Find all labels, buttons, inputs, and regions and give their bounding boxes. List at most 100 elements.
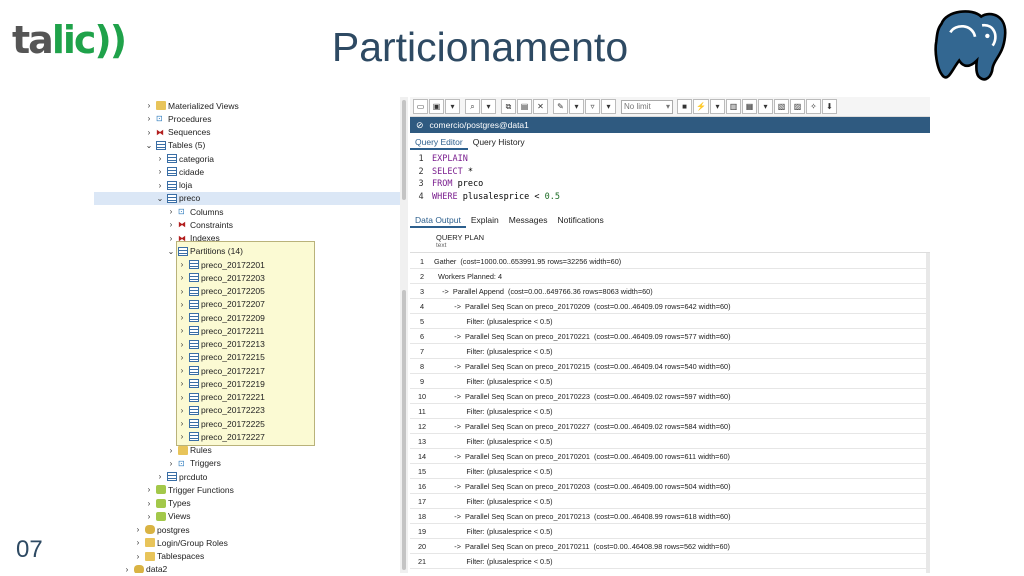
chevron-right-icon[interactable]: › (178, 313, 186, 322)
tree-item[interactable]: › Trigger Functions (145, 483, 234, 496)
chevron-right-icon[interactable]: › (134, 552, 142, 561)
connection-bar[interactable]: ⊘ comercio/postgres@data1 (410, 117, 930, 133)
chevron-right-icon[interactable]: › (178, 300, 186, 309)
chevron-right-icon[interactable]: › (178, 326, 186, 335)
save-dropdown-icon[interactable]: ▾ (445, 99, 460, 114)
table-row[interactable]: 18 -> Parallel Seq Scan on preco_2017021… (410, 509, 926, 524)
results-column-header[interactable]: QUERY PLAN text (410, 231, 930, 253)
explain-icon[interactable]: ▥ (725, 99, 741, 114)
tab-messages[interactable]: Messages (504, 213, 553, 228)
tree-item[interactable]: › cidade (156, 165, 204, 178)
table-row[interactable]: 19 Filter: (plusalesprice < 0.5) (410, 524, 926, 539)
tree-item[interactable]: › Types (145, 497, 191, 510)
open-file-icon[interactable]: ▭ (413, 99, 428, 114)
chevron-right-icon[interactable]: › (134, 538, 142, 547)
chevron-right-icon[interactable]: › (178, 340, 186, 349)
tree-scrollbar-thumb-lower[interactable] (402, 290, 406, 570)
table-row[interactable]: 17 Filter: (plusalesprice < 0.5) (410, 494, 926, 509)
table-row[interactable]: 11 Filter: (plusalesprice < 0.5) (410, 404, 926, 419)
chevron-right-icon[interactable]: › (167, 446, 175, 455)
query-plan-cell[interactable]: -> Parallel Seq Scan on preco_20170213 (… (434, 512, 730, 521)
table-row[interactable]: 1 Gather (cost=1000.00..653991.95 rows=32… (410, 254, 926, 269)
execute-dropdown-icon[interactable]: ▾ (709, 99, 725, 114)
chevron-right-icon[interactable]: › (145, 485, 153, 494)
query-plan-cell[interactable]: -> Parallel Seq Scan on preco_20170227 (… (434, 422, 730, 431)
query-plan-cell[interactable]: -> Parallel Seq Scan on preco_20170203 (… (434, 482, 730, 491)
query-plan-cell[interactable]: Filter: (plusalesprice < 0.5) (434, 467, 552, 476)
query-plan-cell[interactable]: -> Parallel Seq Scan on preco_20170211 (… (434, 542, 730, 551)
query-plan-cell[interactable]: -> Parallel Append (cost=0.00..649766.36… (434, 287, 653, 296)
table-row[interactable]: 4 -> Parallel Seq Scan on preco_20170209… (410, 299, 926, 314)
query-plan-cell[interactable]: Gather (cost=1000.00..653991.95 rows=322… (434, 257, 621, 266)
rollback-icon[interactable]: ▨ (789, 99, 805, 114)
tree-item[interactable]: › ⧓ Constraints (167, 218, 233, 231)
tree-item[interactable]: › preco_20172203 (178, 271, 265, 284)
chevron-right-icon[interactable]: › (156, 181, 164, 190)
chevron-right-icon[interactable]: › (167, 234, 175, 243)
tree-item[interactable]: › preco_20172223 (178, 404, 265, 417)
table-row[interactable]: 14 -> Parallel Seq Scan on preco_2017020… (410, 449, 926, 464)
table-row[interactable]: 3 -> Parallel Append (cost=0.00..649766.… (410, 284, 926, 299)
sql-editor[interactable]: 1 EXPLAIN 2 SELECT * 3 FROM preco 4 WHERE plusa… (410, 153, 930, 207)
query-plan-cell[interactable]: Filter: (plusalesprice < 0.5) (434, 347, 552, 356)
query-plan-cell[interactable]: -> Parallel Seq Scan on preco_20170221 (… (434, 332, 730, 341)
table-row[interactable]: 8 -> Parallel Seq Scan on preco_20170215… (410, 359, 926, 374)
edit-icon[interactable]: ✎ (553, 99, 568, 114)
table-row[interactable]: 21 Filter: (plusalesprice < 0.5) (410, 554, 926, 569)
tree-item[interactable]: › preco_20172205 (178, 285, 265, 298)
table-row[interactable]: 5 Filter: (plusalesprice < 0.5) (410, 314, 926, 329)
chevron-right-icon[interactable]: › (167, 459, 175, 468)
chevron-right-icon[interactable]: › (145, 114, 153, 123)
tree-item[interactable]: › preco_20172207 (178, 298, 265, 311)
chevron-right-icon[interactable]: › (178, 353, 186, 362)
execute-icon[interactable]: ⚡ (693, 99, 709, 114)
tree-item[interactable]: › preco_20172225 (178, 417, 265, 430)
chevron-right-icon[interactable]: › (156, 167, 164, 176)
table-row[interactable]: 2 Workers Planned: 4 (410, 269, 926, 284)
chevron-right-icon[interactable]: › (178, 366, 186, 375)
edit-dropdown-icon[interactable]: ▾ (569, 99, 584, 114)
chevron-right-icon[interactable]: › (178, 406, 186, 415)
tree-item[interactable]: › preco_20172211 (178, 324, 265, 337)
tab-explain[interactable]: Explain (466, 213, 504, 228)
tree-item[interactable]: › loja (156, 179, 193, 192)
tree-item[interactable]: › Materialized Views (145, 99, 239, 112)
chevron-right-icon[interactable]: › (145, 499, 153, 508)
table-row[interactable]: 20 -> Parallel Seq Scan on preco_2017021… (410, 539, 926, 554)
chevron-right-icon[interactable]: › (178, 432, 186, 441)
tree-item[interactable]: › ⧓ Sequences (145, 126, 211, 139)
table-row[interactable]: 10 -> Parallel Seq Scan on preco_2017022… (410, 389, 926, 404)
query-plan-cell[interactable]: Filter: (plusalesprice < 0.5) (434, 377, 552, 386)
tree-item[interactable]: › preco_20172221 (178, 391, 265, 404)
tree-item[interactable]: ⌄ preco (94, 191, 400, 205)
tree-item[interactable]: › ⊡ Procedures (145, 112, 212, 125)
table-row[interactable]: 7 Filter: (plusalesprice < 0.5) (410, 344, 926, 359)
copy-icon[interactable]: ⧉ (501, 99, 516, 114)
chevron-right-icon[interactable]: › (178, 419, 186, 428)
tree-item[interactable]: › ⊡ Triggers (167, 457, 221, 470)
tab-notifications[interactable]: Notifications (552, 213, 608, 228)
chevron-right-icon[interactable]: › (123, 565, 131, 573)
tree-item[interactable]: › Rules (167, 444, 212, 457)
chevron-right-icon[interactable]: › (156, 154, 164, 163)
tree-item[interactable]: › data2 (123, 563, 167, 573)
tree-item[interactable]: › preco_20172219 (178, 377, 265, 390)
find-dropdown-icon[interactable]: ▾ (481, 99, 496, 114)
tree-item[interactable]: › ⊡ Columns (167, 205, 224, 218)
chevron-down-icon[interactable]: ⌄ (167, 247, 175, 256)
tree-item[interactable]: › preco_20172213 (178, 338, 265, 351)
paste-icon[interactable]: ▤ (517, 99, 532, 114)
tree-item[interactable]: › Login/Group Roles (134, 536, 228, 549)
chevron-right-icon[interactable]: › (156, 472, 164, 481)
table-row[interactable]: 15 Filter: (plusalesprice < 0.5) (410, 464, 926, 479)
query-plan-cell[interactable]: Filter: (plusalesprice < 0.5) (434, 557, 552, 566)
chevron-down-icon[interactable]: ⌄ (156, 194, 164, 203)
find-icon[interactable]: ⌕ (465, 99, 480, 114)
chevron-right-icon[interactable]: › (178, 393, 186, 402)
tree-item[interactable]: › categoria (156, 152, 214, 165)
tree-item[interactable]: › ⧓ Indexes (167, 232, 220, 245)
download-icon[interactable]: ⬇ (821, 99, 837, 114)
stop-icon[interactable]: ■ (677, 99, 692, 114)
table-row[interactable]: 16 -> Parallel Seq Scan on preco_2017020… (410, 479, 926, 494)
tree-item[interactable]: ⌄ Partitions (14) (167, 245, 243, 258)
